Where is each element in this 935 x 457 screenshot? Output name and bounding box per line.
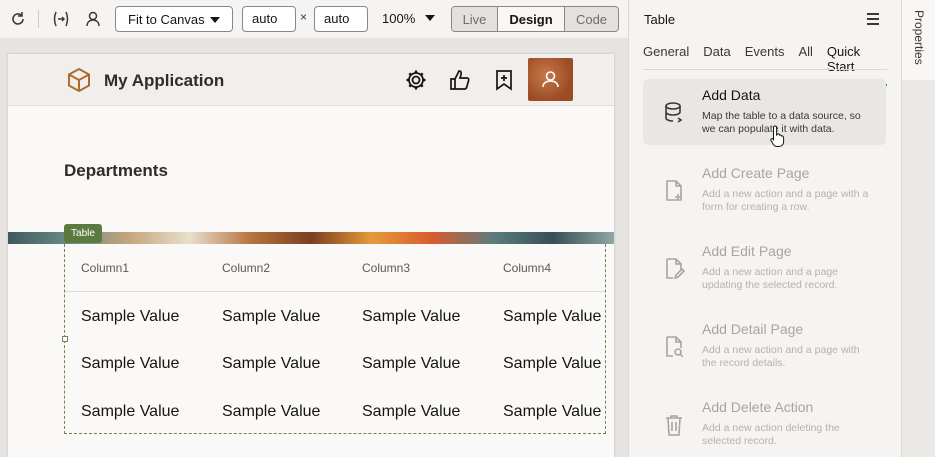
quick-start-description: Map the table to a data source, so we ca… bbox=[702, 110, 861, 135]
panel-title: Table bbox=[644, 12, 676, 27]
properties-side-tab[interactable]: Properties bbox=[902, 0, 935, 80]
toolbar-divider bbox=[38, 10, 39, 28]
quick-start-title: Add Data bbox=[702, 87, 761, 103]
database-icon bbox=[665, 102, 683, 123]
table-cell: Sample Value bbox=[81, 403, 180, 420]
page-title: Departments bbox=[64, 161, 168, 180]
side-tab-strip: Properties bbox=[901, 0, 935, 457]
tab-divider bbox=[643, 69, 887, 70]
column-header[interactable]: Column4 bbox=[503, 261, 551, 275]
quick-start-title: Add Detail Page bbox=[702, 321, 804, 337]
table-cell: Sample Value bbox=[222, 403, 321, 420]
page-edit-icon bbox=[666, 258, 685, 280]
gear-icon[interactable] bbox=[404, 68, 428, 92]
quick-start-description: Add a new action and a page updating the… bbox=[702, 266, 839, 291]
quick-start-description: Add a new action and a page with the rec… bbox=[702, 344, 860, 369]
view-mode-switch: Live Design Code bbox=[451, 6, 619, 32]
bookmark-add-icon[interactable] bbox=[492, 68, 516, 92]
design-canvas: My Application Departments Table Column1… bbox=[0, 38, 628, 457]
table-cell: Sample Value bbox=[503, 308, 602, 325]
quick-start-add-detail-page[interactable]: Add Detail Page Add a new action and a p… bbox=[643, 313, 886, 379]
width-input[interactable]: auto bbox=[242, 6, 296, 32]
table-cell: Sample Value bbox=[362, 355, 461, 372]
quick-start-add-delete-action[interactable]: Add Delete Action Add a new action delet… bbox=[643, 391, 886, 457]
thumbs-up-icon[interactable] bbox=[448, 68, 472, 92]
quick-start-add-data[interactable]: Add Data Map the table to a data source,… bbox=[643, 79, 886, 145]
user-icon[interactable] bbox=[82, 8, 104, 30]
quick-start-title: Add Delete Action bbox=[702, 399, 814, 415]
hand-cursor-icon bbox=[770, 125, 785, 147]
cube-logo-icon bbox=[68, 67, 90, 93]
quick-start-title: Add Create Page bbox=[702, 165, 810, 181]
page-search-icon bbox=[666, 336, 684, 358]
mode-live-button[interactable]: Live bbox=[452, 7, 498, 31]
table-component[interactable]: Column1 Column2 Column3 Column4 Sample V… bbox=[64, 244, 606, 434]
quick-start-add-edit-page[interactable]: Add Edit Page Add a new action and a pag… bbox=[643, 235, 886, 301]
table-cell: Sample Value bbox=[81, 355, 180, 372]
zoom-select[interactable]: 100% bbox=[382, 11, 415, 26]
table-cell: Sample Value bbox=[362, 308, 461, 325]
chevron-down-icon bbox=[210, 17, 220, 23]
column-header[interactable]: Column3 bbox=[362, 261, 410, 275]
variables-icon[interactable] bbox=[50, 8, 72, 30]
avatar[interactable] bbox=[528, 58, 573, 101]
header-divider bbox=[65, 291, 605, 292]
user-avatar-icon bbox=[542, 71, 559, 88]
trash-icon bbox=[666, 415, 682, 436]
times-symbol: × bbox=[300, 10, 308, 24]
table-cell: Sample Value bbox=[503, 355, 602, 372]
app-title: My Application bbox=[104, 71, 225, 90]
properties-tab-label: Properties bbox=[912, 10, 926, 65]
fit-to-canvas-select[interactable]: Fit to Canvas bbox=[115, 6, 233, 32]
fit-select-label: Fit to Canvas bbox=[128, 11, 205, 27]
app-page-preview: My Application Departments Table Column1… bbox=[8, 54, 614, 457]
height-input[interactable]: auto bbox=[314, 6, 368, 32]
properties-panel: Table General Data Events All Quick Star… bbox=[628, 0, 901, 457]
quick-start-title: Add Edit Page bbox=[702, 243, 792, 259]
table-cell: Sample Value bbox=[503, 403, 602, 420]
table-cell: Sample Value bbox=[222, 355, 321, 372]
mode-design-button[interactable]: Design bbox=[498, 7, 565, 31]
column-header[interactable]: Column2 bbox=[222, 261, 270, 275]
table-selection-tag: Table bbox=[64, 224, 102, 243]
page-add-icon bbox=[666, 180, 682, 201]
mode-code-button[interactable]: Code bbox=[565, 7, 618, 31]
quick-start-description: Add a new action and a page with a form … bbox=[702, 188, 869, 213]
quick-start-add-create-page[interactable]: Add Create Page Add a new action and a p… bbox=[643, 157, 886, 223]
menu-icon[interactable] bbox=[867, 13, 879, 28]
app-header: My Application bbox=[8, 54, 614, 106]
column-header[interactable]: Column1 bbox=[81, 261, 129, 275]
table-cell: Sample Value bbox=[362, 403, 461, 420]
table-cell: Sample Value bbox=[81, 308, 180, 325]
refresh-icon[interactable] bbox=[7, 8, 29, 30]
designer-toolbar: Fit to Canvas auto × auto 100% Live Desi… bbox=[0, 0, 628, 38]
table-cell: Sample Value bbox=[222, 308, 321, 325]
zoom-chevron-icon[interactable] bbox=[425, 15, 435, 21]
quick-start-description: Add a new action deleting the selected r… bbox=[702, 422, 840, 447]
resize-handle[interactable] bbox=[62, 336, 68, 342]
